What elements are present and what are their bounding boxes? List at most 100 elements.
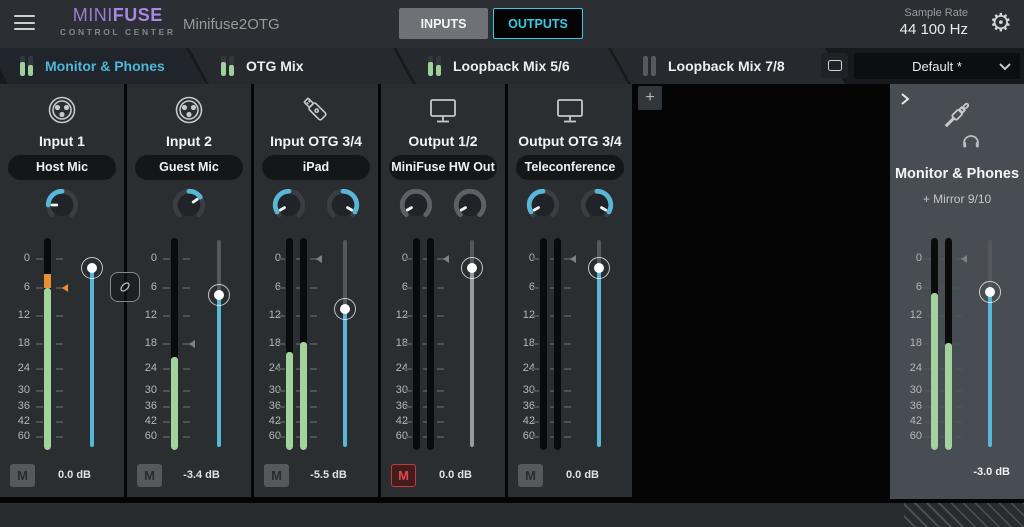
volume-fader[interactable] [977,238,1003,450]
scale-tick-mark [183,421,190,424]
mute-button[interactable]: M [10,463,35,487]
channel-device-label[interactable]: MiniFuse HW Out [389,155,497,180]
volume-fader[interactable] [332,238,358,450]
menu-icon[interactable] [14,15,35,30]
pan-knob[interactable] [524,186,562,224]
scale-tick-mark [405,389,412,392]
level-meter [540,238,547,450]
scale-tick-mark [56,343,63,345]
scale-tick-mark [955,405,962,408]
scale-tick-mark [405,368,412,371]
tab-otg-mix[interactable]: OTG Mix [189,48,413,84]
mute-button[interactable]: M [518,463,543,487]
level-meter-fill [931,293,938,450]
scale-tick-mark [278,286,285,289]
scale-tick-mark [437,421,444,424]
scale-tick-mark [310,286,317,289]
scale-tick-mark [405,436,412,439]
volume-fader[interactable] [586,238,612,450]
scale-tick-mark [183,389,190,392]
volume-fader[interactable] [79,238,105,450]
level-meter [945,238,952,450]
add-channel-button[interactable]: + [638,86,662,110]
scale-tick-label: 0 [23,252,30,265]
scale-tick-mark [56,405,63,408]
fader-handle[interactable] [467,262,477,273]
outputs-tab-button[interactable]: OUTPUTS [493,8,583,39]
fader-handle[interactable] [340,304,350,315]
scale-tick-mark [36,421,43,424]
channel-device-label[interactable]: iPad [262,155,370,180]
preset-compare-button[interactable] [821,53,848,78]
scale-tick-mark [532,258,539,261]
scale-tick-label: 24 [909,362,922,375]
level-meter-zone: 0612182430364260 [127,238,251,450]
scale-tick-mark [564,405,571,408]
preset-dropdown[interactable]: Default * [854,53,1020,79]
settings-gear-icon[interactable]: ⚙ [990,8,1012,38]
scale-tick-mark [955,436,962,439]
mixer-area: Input 1 Host Mic 0 6 12 18 24 30 36 42 60 M 0.0 dB … [0,84,1024,503]
scale-tick-label: 6 [381,281,408,293]
scale-tick-mark [564,343,571,345]
channel-device-label[interactable]: Host Mic [8,155,116,180]
fader-handle[interactable] [87,262,97,273]
mix-tab-bar: Monitor & Phones OTG Mix Loopback Mix 5/6 L… [0,48,1024,84]
peak-marker-icon [316,255,322,264]
channel-device-label[interactable]: Guest Mic [135,155,243,180]
level-meter [553,238,561,450]
scale-tick-label: 60 [144,430,157,443]
scale-tick-mark [564,368,571,371]
scale-tick-mark [56,368,63,371]
tab-monitor-phones[interactable]: Monitor & Phones [0,48,206,84]
peak-marker-icon [961,255,967,264]
pan-knob-row [254,186,378,228]
resize-handle[interactable] [904,503,1024,527]
mute-button[interactable]: M [137,463,162,487]
scale-tick-label: 12 [17,309,30,322]
inputs-tab-button[interactable]: INPUTS [399,8,488,39]
tab-meter-icon [20,56,33,76]
tab-loopback-mix-7-8[interactable]: Loopback Mix 7/8 [611,48,845,84]
scale-tick-mark [310,368,317,371]
volume-fader[interactable] [459,238,485,450]
scale-tick-mark [924,343,931,345]
pan-knob[interactable] [43,186,81,224]
fader-track [597,267,601,447]
tab-meter-icon [221,56,234,76]
pan-knob[interactable] [170,186,208,224]
sample-rate-label: Sample Rate [904,7,968,19]
mute-button[interactable]: M [264,463,289,487]
channel-strip-input-1: Input 1 Host Mic 0 6 12 18 24 30 36 42 60 M 0.0 dB [0,84,124,497]
scale-tick-mark [924,436,931,439]
fader-handle[interactable] [985,287,995,298]
pan-knob[interactable] [578,186,616,224]
scale-tick-mark [163,258,170,261]
fader-track [470,267,474,447]
fader-track [217,295,221,447]
pan-knob-row [508,186,632,228]
tab-loopback-mix-5-6[interactable]: Loopback Mix 5/6 [396,48,628,84]
fader-track [343,309,347,447]
stereo-link-button[interactable] [110,272,140,302]
master-panel: Monitor & Phones + Mirror 9/10 0 6 12 18 24 3… [890,84,1024,499]
pan-knob[interactable] [397,186,435,224]
scale-tick-mark [36,405,43,408]
peak-marker-icon [570,255,576,264]
scale-tick-label: 6 [508,281,535,293]
pan-knob[interactable] [324,186,362,224]
scale-tick-mark [310,405,317,408]
usb-icon [254,89,378,131]
pan-knob[interactable] [270,186,308,224]
fader-handle[interactable] [594,262,604,273]
scale-tick-mark [955,421,962,424]
channel-strips: Input 1 Host Mic 0 6 12 18 24 30 36 42 60 M 0.0 dB … [0,84,635,497]
scale-tick-mark [183,286,190,289]
scale-tick-mark [56,315,63,318]
scale-tick-mark [437,343,444,345]
volume-fader[interactable] [206,238,232,450]
pan-knob[interactable] [451,186,489,224]
mute-button[interactable]: M [391,463,416,487]
scale-tick-mark [36,258,43,261]
channel-device-label[interactable]: Teleconference [516,155,624,180]
